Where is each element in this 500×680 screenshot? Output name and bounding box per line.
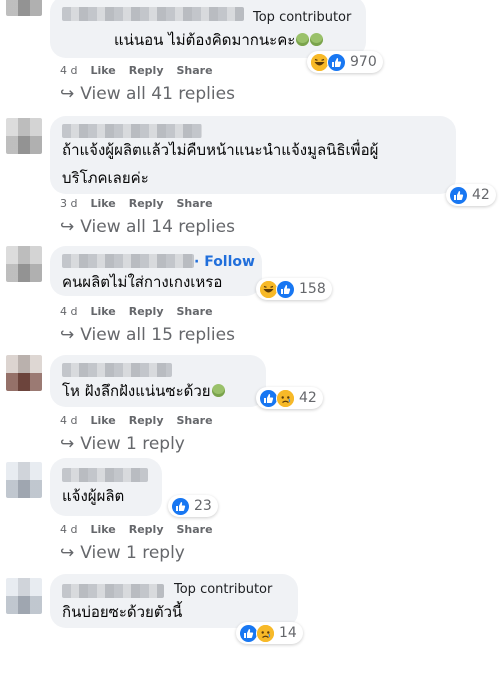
- author-name-redacted[interactable]: [62, 254, 194, 268]
- view-replies-link[interactable]: ↪ View all 41 replies: [60, 84, 235, 104]
- share-button[interactable]: Share: [177, 305, 213, 318]
- reply-button[interactable]: Reply: [129, 305, 164, 318]
- reply-button[interactable]: Reply: [129, 414, 164, 427]
- reply-arrow-icon: ↪: [60, 217, 75, 237]
- reaction-summary[interactable]: 970: [307, 51, 383, 73]
- comment-time[interactable]: 4 d: [60, 305, 77, 318]
- comment-text: คนผลิตไม่ใส่กางเกงเหรอ: [62, 273, 223, 291]
- reaction-summary[interactable]: 14: [236, 622, 303, 644]
- comment-bubble: Top contributor แน่นอน ไม่ต้องคิดมากนะคะ: [50, 0, 366, 58]
- reaction-count: 970: [350, 54, 377, 70]
- like-button[interactable]: Like: [90, 414, 115, 427]
- author-name-redacted[interactable]: [62, 7, 244, 21]
- comment-actions: 4 d Like Reply Share: [60, 64, 226, 77]
- comment-bubble: แจ้งผู้ผลิต: [50, 458, 162, 516]
- like-button[interactable]: Like: [90, 523, 115, 536]
- comment-actions: 4 d Like Reply Share: [60, 414, 226, 427]
- like-button[interactable]: Like: [90, 197, 115, 210]
- reaction-count: 42: [299, 390, 317, 406]
- author-name-redacted[interactable]: [62, 363, 172, 377]
- comment-text: โห ฝังลึกฝังแน่นซะด้วย: [62, 377, 225, 405]
- view-replies-link[interactable]: ↪ View 1 reply: [60, 434, 185, 454]
- like-icon: [171, 496, 190, 516]
- comment-time[interactable]: 4 d: [60, 414, 77, 427]
- share-button[interactable]: Share: [177, 64, 213, 77]
- comment-actions: 4 d Like Reply Share: [60, 305, 226, 318]
- reaction-count: 23: [194, 498, 212, 514]
- avatar[interactable]: [6, 0, 42, 16]
- author-name-redacted[interactable]: [62, 468, 148, 482]
- reply-button[interactable]: Reply: [129, 197, 164, 210]
- reaction-summary[interactable]: 23: [168, 495, 218, 517]
- comment-bubble: Top contributor กินบ่อยซะด้วยตัวนี้: [50, 574, 298, 628]
- author-name-redacted[interactable]: [62, 584, 164, 598]
- like-icon: [327, 52, 346, 72]
- comment-text: แจ้งผู้ผลิต: [62, 487, 125, 505]
- share-button[interactable]: Share: [177, 414, 213, 427]
- avatar[interactable]: [6, 578, 42, 614]
- comment-time[interactable]: 3 d: [60, 197, 77, 210]
- comment-actions: 3 d Like Reply Share: [60, 197, 226, 210]
- reaction-count: 14: [279, 625, 297, 641]
- comment-bubble: · Follow คนผลิตไม่ใส่กางเกงเหรอ: [50, 246, 262, 296]
- reply-arrow-icon: ↪: [60, 543, 75, 563]
- like-icon: [449, 185, 468, 205]
- like-button[interactable]: Like: [90, 64, 115, 77]
- comment-time[interactable]: 4 d: [60, 64, 77, 77]
- reply-arrow-icon: ↪: [60, 84, 75, 104]
- sad-icon: [256, 623, 275, 643]
- reaction-summary[interactable]: 42: [256, 387, 323, 409]
- comment-text: แน่นอน ไม่ต้องคิดมากนะคะ: [114, 26, 324, 54]
- reply-button[interactable]: Reply: [129, 64, 164, 77]
- sad-icon: [276, 388, 295, 408]
- avatar[interactable]: [6, 246, 42, 282]
- reply-arrow-icon: ↪: [60, 325, 75, 345]
- reply-button[interactable]: Reply: [129, 523, 164, 536]
- like-button[interactable]: Like: [90, 305, 115, 318]
- comment: Top contributor แน่นอน ไม่ต้องคิดมากนะคะ…: [0, 0, 500, 108]
- comment-actions: 4 d Like Reply Share: [60, 523, 226, 536]
- comment-bubble: โห ฝังลึกฝังแน่นซะด้วย: [50, 355, 266, 407]
- reaction-count: 158: [299, 281, 326, 297]
- reaction-summary[interactable]: 42: [446, 184, 496, 206]
- comment-text: ถ้าแจ้งผู้ผลิตแล้วไม่คืบหน้าแนะนำแจ้งมูล…: [62, 141, 379, 187]
- view-replies-link[interactable]: ↪ View 1 reply: [60, 543, 185, 563]
- share-button[interactable]: Share: [177, 197, 213, 210]
- reply-arrow-icon: ↪: [60, 434, 75, 454]
- share-button[interactable]: Share: [177, 523, 213, 536]
- comment-text: กินบ่อยซะด้วยตัวนี้: [62, 603, 183, 621]
- comment: Top contributor กินบ่อยซะด้วยตัวนี้ 14: [0, 572, 500, 680]
- reaction-count: 42: [472, 187, 490, 203]
- like-icon: [276, 279, 295, 299]
- avatar[interactable]: [6, 355, 42, 391]
- comment: แจ้งผู้ผลิต 23 4 d Like Reply Share ↪ View 1…: [0, 458, 500, 570]
- comment-time[interactable]: 4 d: [60, 523, 77, 536]
- comment-bubble: ถ้าแจ้งผู้ผลิตแล้วไม่คืบหน้าแนะนำแจ้งมูล…: [50, 116, 456, 194]
- comment: ถ้าแจ้งผู้ผลิตแล้วไม่คืบหน้าแนะนำแจ้งมูล…: [0, 112, 500, 237]
- comment: · Follow คนผลิตไม่ใส่กางเกงเหรอ 158 4 d L…: [0, 244, 500, 352]
- avatar[interactable]: [6, 118, 42, 154]
- top-contributor-badge: Top contributor: [174, 582, 273, 597]
- view-replies-link[interactable]: ↪ View all 14 replies: [60, 217, 235, 237]
- comment: โห ฝังลึกฝังแน่นซะด้วย 42 4 d Like Reply Sh…: [0, 353, 500, 461]
- top-contributor-badge: Top contributor: [253, 10, 352, 25]
- nauseated-face-icon: [211, 384, 225, 397]
- nauseated-face-icon: [296, 33, 310, 46]
- vomiting-face-icon: [310, 33, 324, 46]
- view-replies-link[interactable]: ↪ View all 15 replies: [60, 325, 235, 345]
- avatar[interactable]: [6, 462, 42, 498]
- reaction-summary[interactable]: 158: [256, 278, 332, 300]
